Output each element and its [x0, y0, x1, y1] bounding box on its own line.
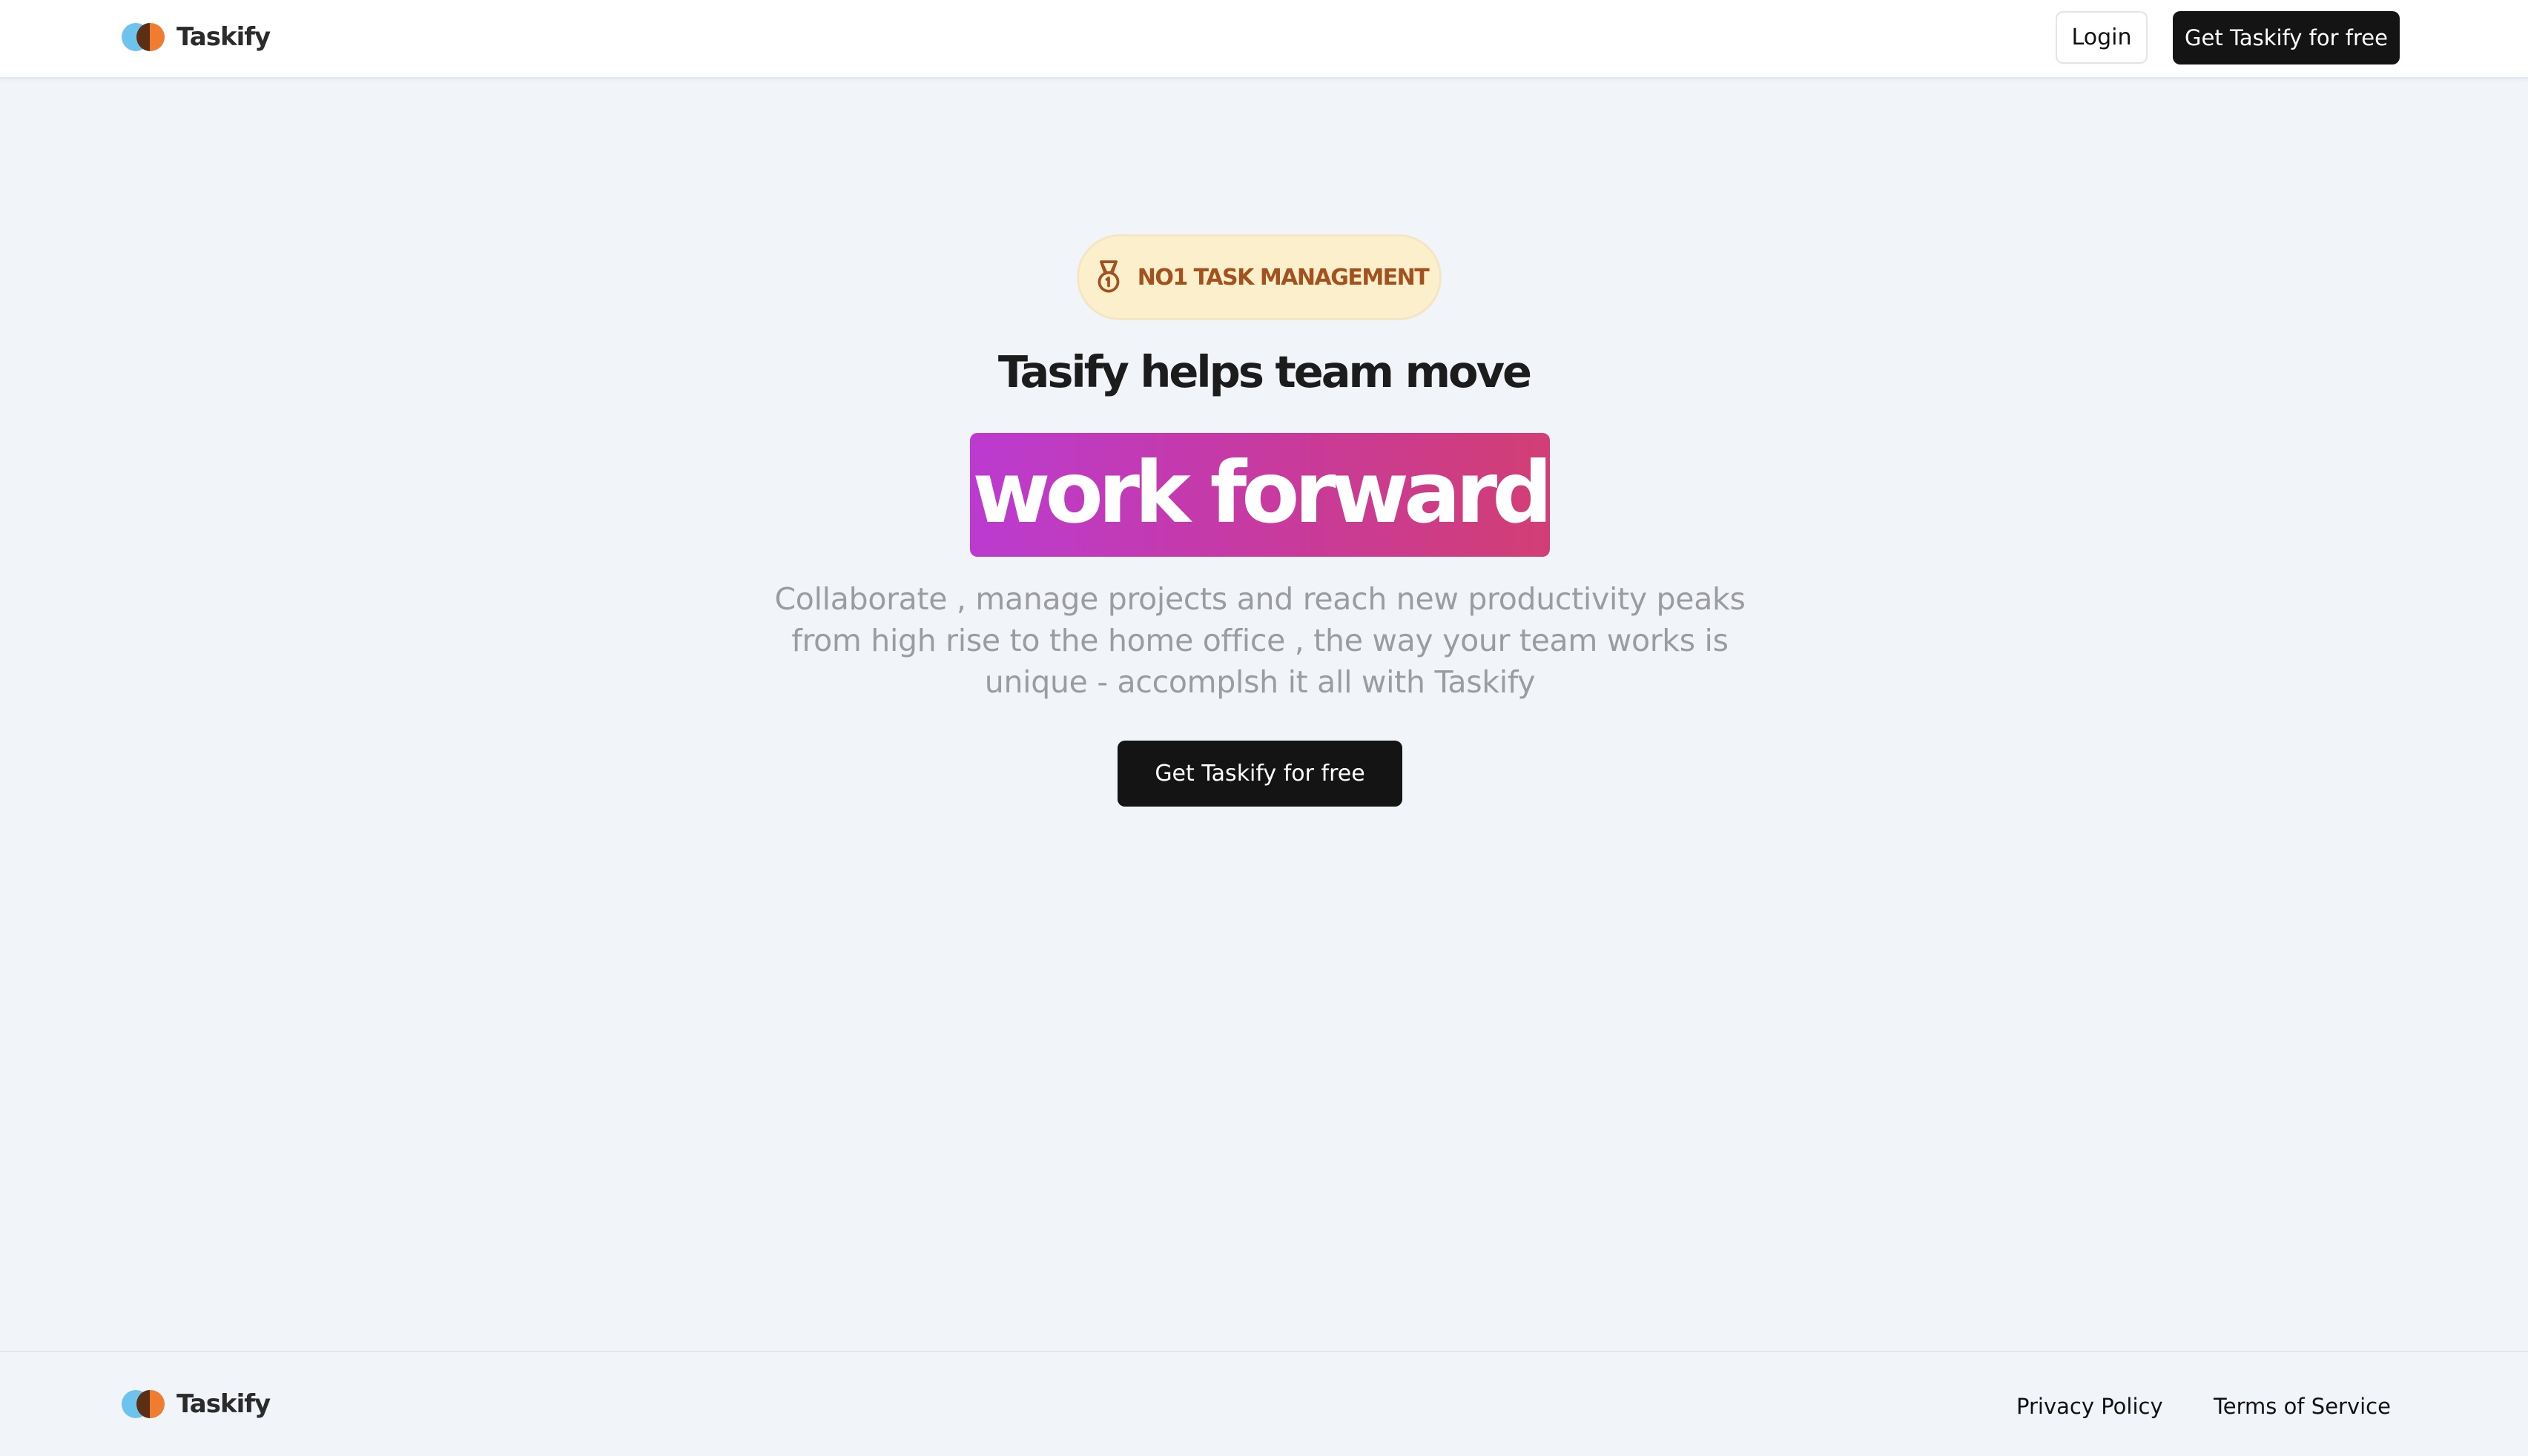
login-button[interactable]: Login — [2056, 11, 2148, 64]
top-navbar: Taskify Login Get Taskify for free — [0, 0, 2528, 79]
taskify-logo-icon — [122, 23, 166, 51]
no1-badge: NO1 TASK MANAGEMENT — [1077, 234, 1442, 320]
taskify-logo-icon — [122, 1390, 166, 1418]
brand-logo-link[interactable]: Taskify — [122, 22, 271, 52]
privacy-policy-link[interactable]: Privacy Policy — [2016, 1394, 2163, 1419]
hero-description-line: from high rise to the home office , the … — [791, 623, 1729, 658]
hero-description: Collaborate , manage projects and reach … — [745, 578, 1775, 703]
footer-brand-name: Taskify — [176, 1389, 271, 1419]
hero-highlight-box: work forward — [970, 433, 1553, 557]
brand-name: Taskify — [176, 22, 271, 52]
badge-label: NO1 TASK MANAGEMENT — [1137, 264, 1430, 291]
get-taskify-header-button[interactable]: Get Taskify for free — [2173, 11, 2400, 64]
hero-description-line: Collaborate , manage projects and reach … — [774, 581, 1746, 617]
footer-brand-logo-link[interactable]: Taskify — [122, 1389, 271, 1419]
terms-of-service-link[interactable]: Terms of Service — [2214, 1394, 2391, 1419]
medal-icon — [1098, 260, 1120, 293]
hero-highlight-text: work forward — [972, 443, 1553, 542]
hero-description-line: unique - accomplsh it all with Taskify — [984, 664, 1536, 700]
hero-title: Tasify helps team move — [997, 346, 1532, 397]
footer: Taskify Privacy Policy Terms of Service — [0, 1351, 2528, 1456]
get-taskify-hero-button[interactable]: Get Taskify for free — [1118, 741, 1402, 807]
